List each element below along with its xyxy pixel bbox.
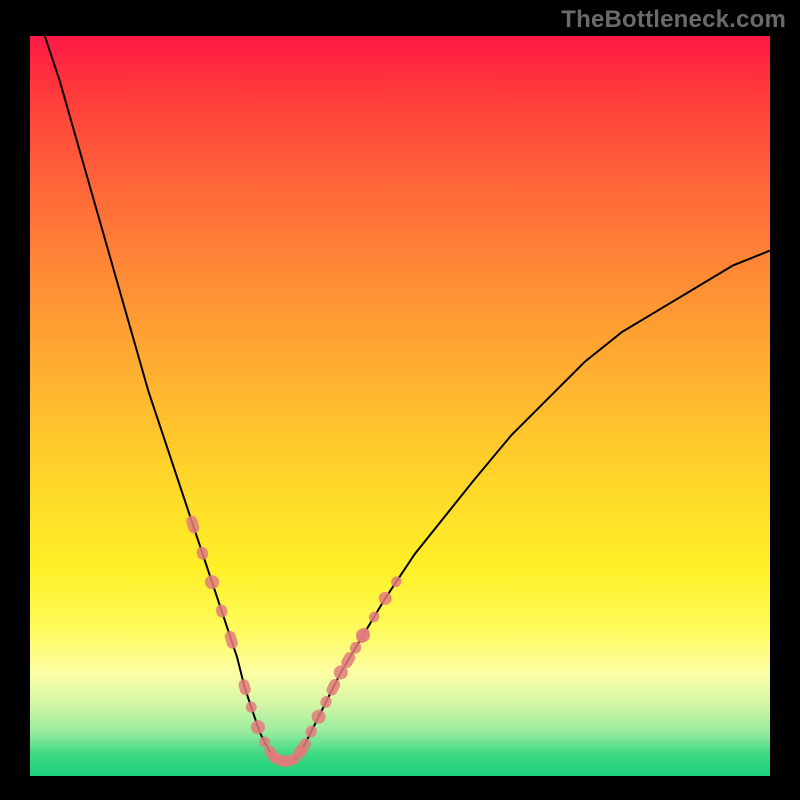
bottleneck-curve-chart [30, 36, 770, 776]
curve-overlay-dots [185, 514, 404, 768]
bottleneck-curve-line [45, 36, 770, 761]
watermark-text: TheBottleneck.com [561, 6, 786, 34]
